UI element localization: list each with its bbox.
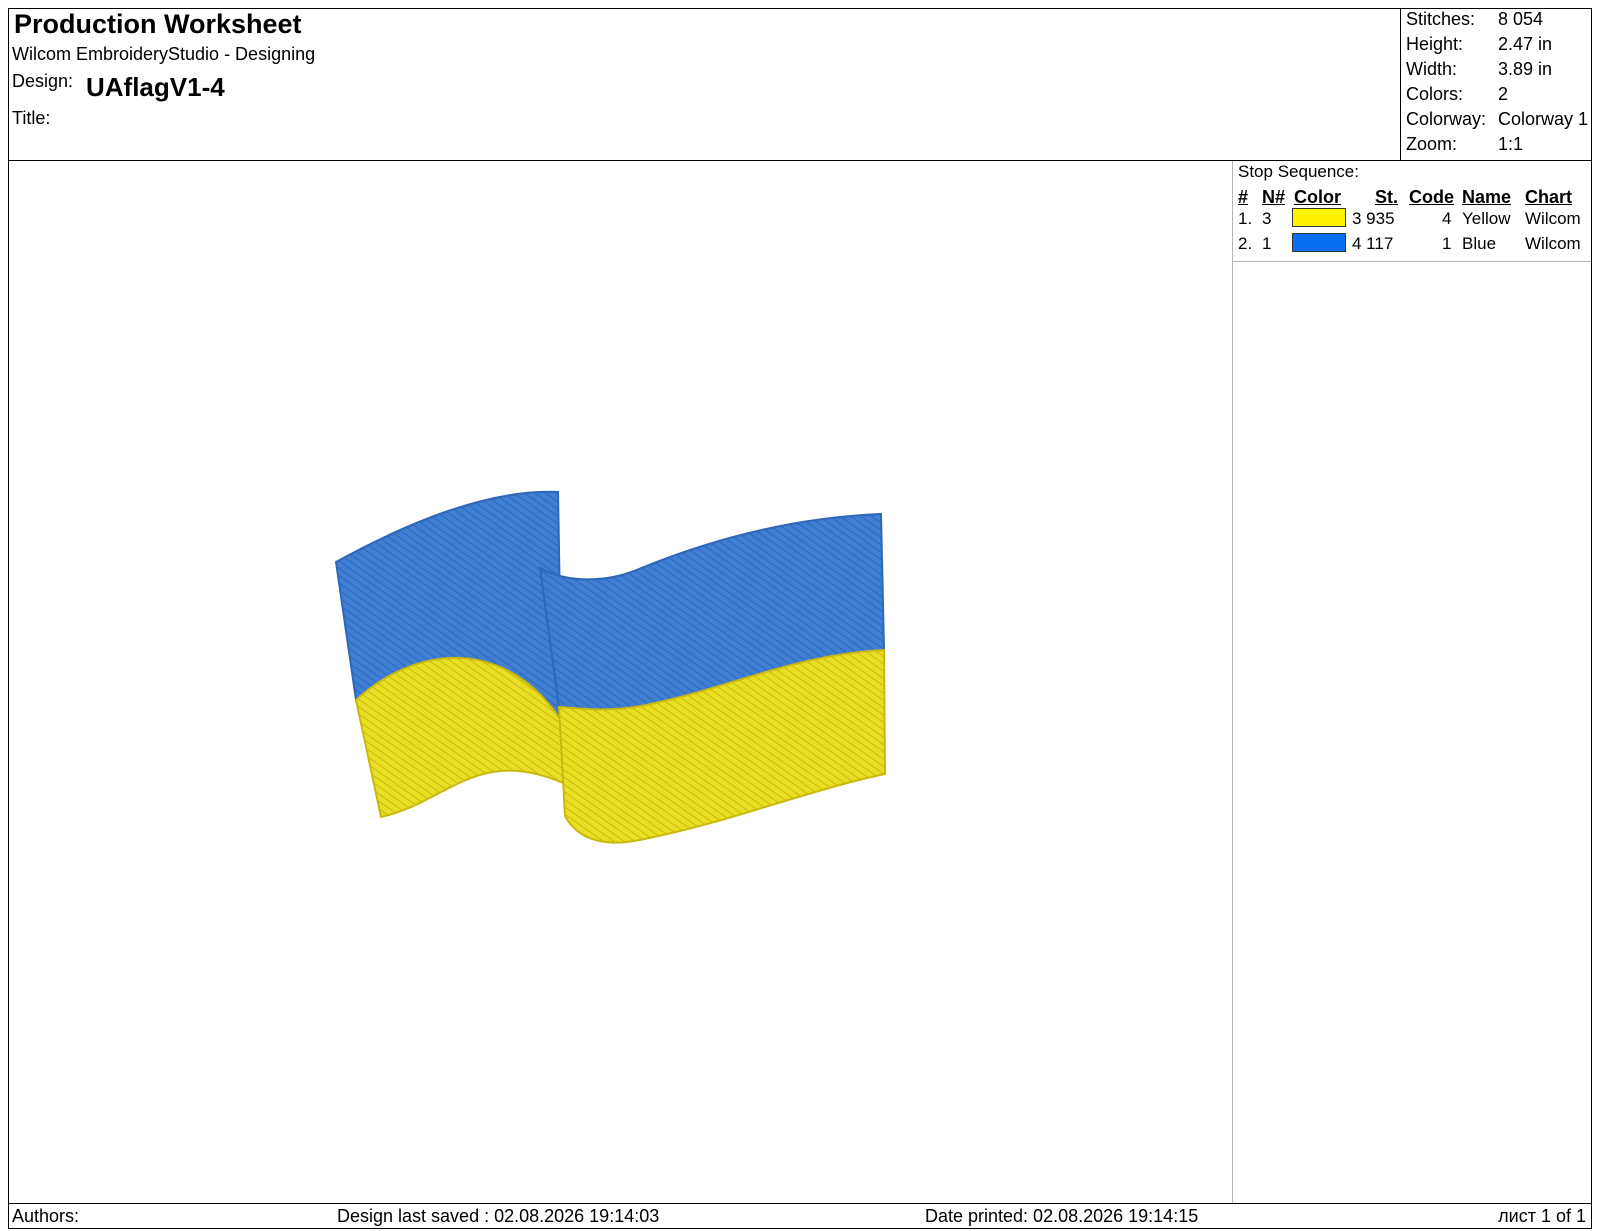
row-stitches: 3 935 <box>1352 209 1395 228</box>
stat-label: Width: <box>1406 59 1458 79</box>
stat-value: 2 <box>1498 84 1509 104</box>
design-canvas <box>9 162 1232 1202</box>
column-header: St. <box>1375 187 1399 207</box>
worksheet-footer: Authors: Design last saved : 02.08.2026 … <box>8 1203 1592 1229</box>
title-label: Title: <box>12 108 51 128</box>
column-header: # <box>1238 187 1249 207</box>
embroidery-flag-image <box>334 490 887 844</box>
stat-value: 2.47 in <box>1498 34 1553 54</box>
page-number: лист 1 of 1 <box>1498 1206 1586 1226</box>
stat-colors: Colors: 2 <box>1406 84 1508 105</box>
color-swatch <box>1292 208 1346 227</box>
row-code: 4 <box>1442 209 1452 228</box>
row-code: 1 <box>1442 234 1452 253</box>
column-header: Chart <box>1525 187 1573 207</box>
row-needle: 3 <box>1262 209 1272 228</box>
row-needle: 1 <box>1262 234 1272 253</box>
design-label: Design: <box>12 71 74 91</box>
design-stats: Stitches: 8 054 Height: 2.47 in Width: 3.89… <box>1400 8 1592 160</box>
stat-stitches: Stitches: 8 054 <box>1406 9 1543 30</box>
column-header: Name <box>1462 187 1512 207</box>
stat-label: Stitches: <box>1406 9 1476 29</box>
row-chart: Wilcom <box>1525 209 1581 228</box>
row-color-name: Yellow <box>1462 209 1511 228</box>
row-stitches: 4 117 <box>1352 234 1394 253</box>
column-header: Code <box>1409 187 1454 207</box>
stat-value: 1:1 <box>1498 134 1524 154</box>
stat-height: Height: 2.47 in <box>1406 34 1552 55</box>
last-saved: Design last saved : 02.08.2026 19:14:03 <box>337 1206 660 1226</box>
application-name: Wilcom EmbroideryStudio - Designing <box>12 44 316 64</box>
row-color-name: Blue <box>1462 234 1497 253</box>
stat-value: Colorway 1 <box>1498 109 1589 129</box>
stat-width: Width: 3.89 in <box>1406 59 1552 80</box>
authors-label: Authors: <box>12 1206 80 1226</box>
stat-value: 8 054 <box>1498 9 1544 29</box>
column-header: N# <box>1262 187 1286 207</box>
stop-sequence-title: Stop Sequence: <box>1238 162 1359 181</box>
column-header: Color <box>1294 187 1341 207</box>
stat-value: 3.89 in <box>1498 59 1553 79</box>
stat-zoom: Zoom: 1:1 <box>1406 134 1523 155</box>
date-printed: Date printed: 02.08.2026 19:14:15 <box>925 1206 1199 1226</box>
color-swatch <box>1292 233 1346 252</box>
worksheet-header: Production Worksheet Wilcom EmbroiderySt… <box>8 8 1592 161</box>
row-index: 2. <box>1238 234 1253 253</box>
row-chart: Wilcom <box>1525 234 1581 253</box>
stat-colorway: Colorway: Colorway 1 <box>1406 109 1588 130</box>
stop-sequence-panel: Stop Sequence: # N# Color St. Code Name … <box>1232 161 1591 1203</box>
stat-label: Colors: <box>1406 84 1464 104</box>
stop-sequence-table: Stop Sequence: # N# Color St. Code Name … <box>1233 161 1591 262</box>
design-name: UAflagV1-4 <box>86 72 225 102</box>
page-title: Production Worksheet <box>14 9 302 39</box>
row-index: 1. <box>1238 209 1253 228</box>
stat-label: Colorway: <box>1406 109 1487 129</box>
stat-label: Height: <box>1406 34 1464 54</box>
stat-label: Zoom: <box>1406 134 1458 154</box>
